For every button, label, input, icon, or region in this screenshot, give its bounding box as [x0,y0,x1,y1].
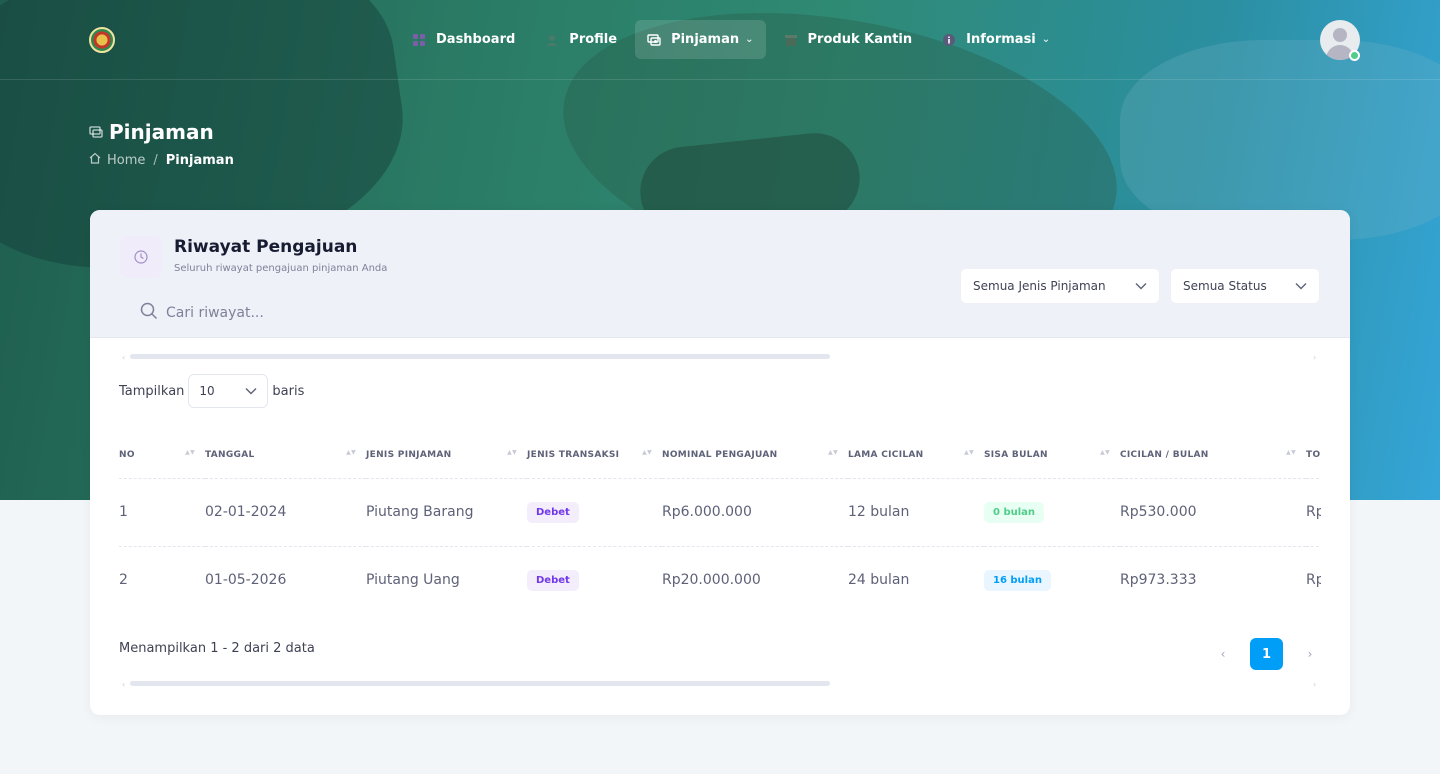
page-length-prefix: Tampilkan [119,383,185,399]
transaction-badge: Debet [527,501,579,523]
search-icon [140,302,158,324]
search-input[interactable] [166,305,406,321]
nav-pinjaman-label: Pinjaman [671,32,740,47]
breadcrumb-home[interactable]: Home [89,152,145,168]
cell-nominal: Rp6.000.000 [662,478,848,547]
table-info: Menampilkan 1 - 2 dari 2 data [119,641,315,656]
breadcrumb-home-label: Home [107,152,146,168]
scroll-left-icon[interactable]: ‹ [122,353,125,362]
scroll-right-icon[interactable]: › [1313,353,1316,362]
nav-dashboard[interactable]: Dashboard [400,20,527,59]
chevron-down-icon: ⌄ [1041,34,1051,45]
loan-type-filter-value: Semua Jenis Pinjaman [973,279,1106,293]
dashboard-icon [412,33,426,47]
main-nav: Dashboard Profile Pinjaman ⌄ Produk Kant… [400,20,1062,59]
next-page-button[interactable]: › [1297,647,1323,661]
money-icon [89,123,103,142]
history-card: Riwayat Pengajuan Seluruh riwayat pengaj… [90,210,1350,715]
user-icon [545,33,559,47]
chevron-down-icon [245,384,257,398]
breadcrumb-separator: / [153,152,158,168]
store-icon [784,33,798,47]
nav-informasi[interactable]: Informasi ⌄ [930,20,1062,59]
history-table: NO ▲▼ TANGGAL ▲▼ JENIS PINJAMAN ▲▼ JENIS TR… [119,432,1321,614]
col-header-jenis-pinjaman[interactable]: JENIS PINJAMAN ▲▼ [366,432,527,479]
col-header-no[interactable]: NO ▲▼ [119,432,205,479]
chevron-down-icon [1295,279,1307,293]
col-header-tanggal[interactable]: TANGGAL ▲▼ [205,432,366,479]
cell-lama: 24 bulan [848,572,910,589]
cell-tanggal: 02-01-2024 [205,478,366,547]
breadcrumb-current: Pinjaman [165,152,234,168]
col-header-lama-cicilan[interactable]: LAMA CICILAN ▲▼ [848,432,984,479]
nav-profile[interactable]: Profile [533,20,629,59]
table-header-row: NO ▲▼ TANGGAL ▲▼ JENIS PINJAMAN ▲▼ JENIS TR… [119,432,1321,479]
page-length: Tampilkan 10 baris [119,374,304,408]
home-icon [89,152,101,168]
prev-page-button[interactable]: ‹ [1210,647,1236,661]
cell-cicilan: Rp530.000 [1120,478,1306,547]
nav-produk-kantin-label: Produk Kantin [807,32,913,47]
nav-dashboard-label: Dashboard [436,32,516,47]
pagination: ‹ 1 › [1210,638,1323,670]
cell-total: Rp [1306,478,1321,547]
table-container: NO ▲▼ TANGGAL ▲▼ JENIS PINJAMAN ▲▼ JENIS TR… [119,432,1321,616]
horizontal-scrollbar-top[interactable] [130,354,830,359]
money-icon [647,33,661,47]
horizontal-scrollbar-bottom[interactable] [130,681,830,686]
info-icon [942,33,956,47]
col-header-sisa-bulan[interactable]: SISA BULAN ▲▼ [984,432,1120,479]
online-status-dot [1349,50,1360,61]
cell-cicilan: Rp973.333 [1120,572,1197,589]
col-header-total[interactable]: TO [1306,432,1321,479]
nav-profile-label: Profile [569,32,618,47]
chevron-down-icon [1135,279,1147,293]
col-header-cicilan-bulan[interactable]: CICILAN / BULAN ▲▼ [1120,432,1306,479]
table-row: 2 01-05-2026 Piutang Uang Debet Rp20.000… [119,546,1321,614]
top-navbar: Dashboard Profile Pinjaman ⌄ Produk Kant… [0,0,1440,80]
scroll-left-icon[interactable]: ‹ [122,680,125,689]
cell-lama: 12 bulan [848,478,984,547]
cell-jenis: Piutang Uang [366,572,460,589]
loan-type-filter[interactable]: Semua Jenis Pinjaman [960,268,1160,304]
clock-icon [120,236,162,278]
page-length-select[interactable]: 10 [188,374,269,408]
nav-informasi-label: Informasi [966,32,1036,47]
search-box [120,290,420,336]
remaining-months-badge: 16 bulan [984,569,1051,591]
page-length-suffix: baris [272,383,305,399]
page-length-value: 10 [199,384,215,398]
nav-produk-kantin[interactable]: Produk Kantin [772,20,925,59]
cell-no: 2 [119,572,128,589]
table-row: 1 02-01-2024 Piutang Barang Debet Rp6.00… [119,478,1321,547]
scroll-right-icon[interactable]: › [1313,680,1316,689]
cell-total: Rp [1306,572,1321,589]
logo[interactable] [89,27,115,53]
remaining-months-badge: 0 bulan [984,501,1045,523]
nav-pinjaman[interactable]: Pinjaman ⌄ [635,20,766,59]
transaction-badge: Debet [527,569,579,591]
status-filter-value: Semua Status [1183,279,1267,293]
page-title-text: Pinjaman [109,120,214,144]
breadcrumb: Home / Pinjaman [89,152,234,168]
cell-jenis: Piutang Barang [366,478,527,547]
cell-tanggal: 01-05-2026 [205,572,287,589]
cell-no: 1 [119,478,205,547]
card-title: Riwayat Pengajuan [174,237,358,257]
status-filter[interactable]: Semua Status [1170,268,1320,304]
page-1-button[interactable]: 1 [1250,638,1283,670]
card-header: Riwayat Pengajuan Seluruh riwayat pengaj… [90,210,1350,338]
col-header-nominal[interactable]: NOMINAL PENGAJUAN ▲▼ [662,432,848,479]
cell-nominal: Rp20.000.000 [662,572,761,589]
chevron-down-icon: ⌄ [745,34,754,45]
page-title: Pinjaman [89,120,214,144]
col-header-jenis-transaksi[interactable]: JENIS TRANSAKSI ▲▼ [527,432,662,479]
card-subtitle: Seluruh riwayat pengajuan pinjaman Anda [174,263,388,274]
